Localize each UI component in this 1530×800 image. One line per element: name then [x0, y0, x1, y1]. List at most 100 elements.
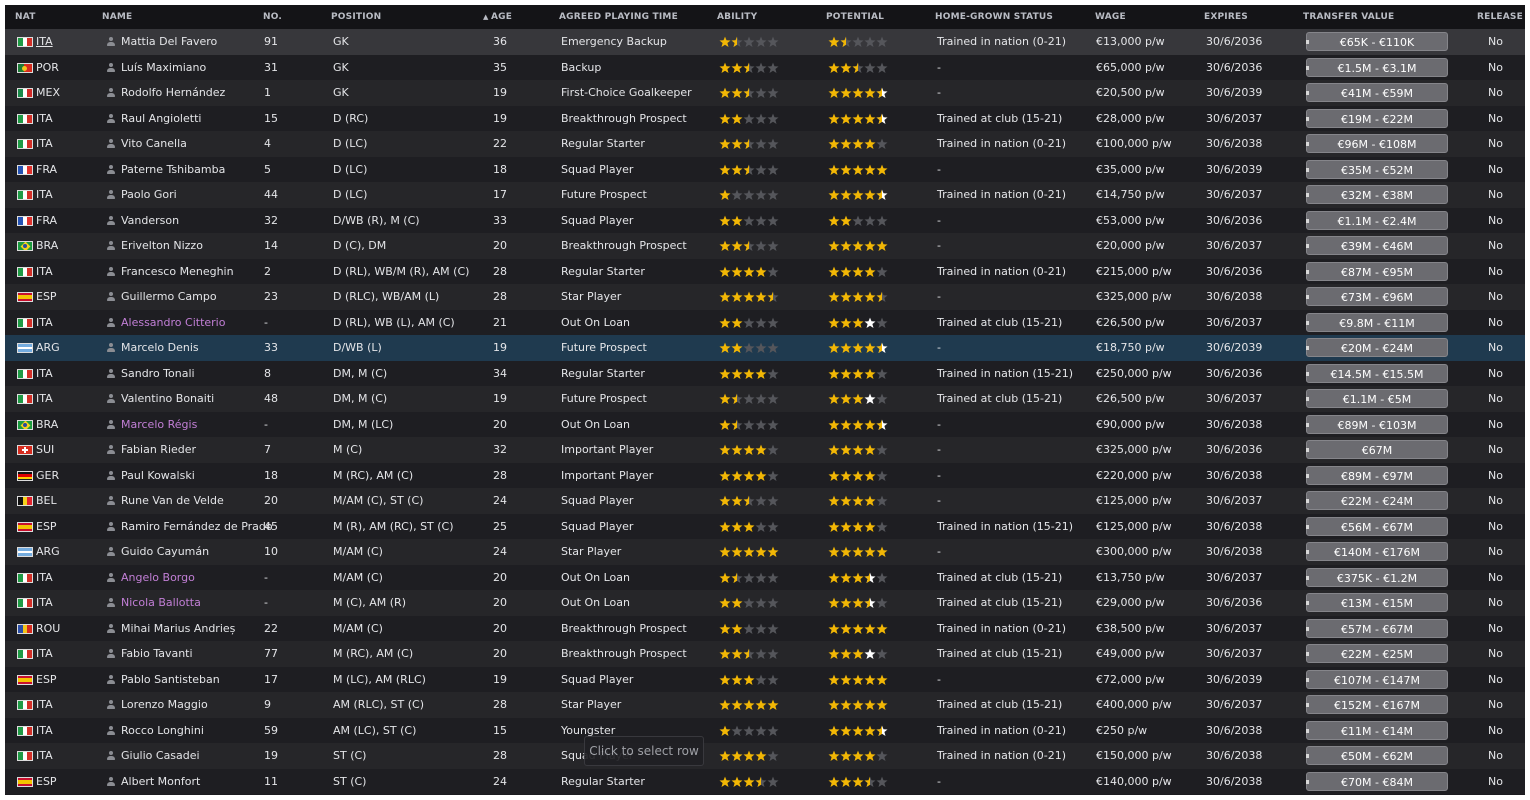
header-wage[interactable]: WAGE	[1095, 12, 1126, 22]
table-row[interactable]: ITA Nicola Ballotta - M (C), AM (R) 20 O…	[5, 590, 1525, 616]
player-name-link[interactable]: Guido Cayumán	[121, 539, 209, 565]
table-row[interactable]: SUI Fabian Rieder 7 M (C) 32 Important P…	[5, 437, 1525, 463]
header-transfer-value[interactable]: TRANSFER VALUE	[1303, 12, 1394, 22]
player-name-link[interactable]: Paterne Tshibamba	[121, 157, 225, 183]
nation-code[interactable]: ESP	[36, 769, 57, 795]
header-potential[interactable]: POTENTIAL	[826, 12, 884, 22]
nation-code[interactable]: BRA	[36, 412, 58, 438]
nation-code[interactable]: ARG	[36, 539, 60, 565]
nation-code[interactable]: ITA	[36, 259, 53, 285]
header-release[interactable]: RELEASE	[1477, 12, 1523, 22]
table-row[interactable]: ITA Giulio Casadei 19 ST (C) 28 Squad Pl…	[5, 743, 1525, 769]
nation-code[interactable]: ITA	[36, 131, 53, 157]
table-row[interactable]: ITA Raul Angioletti 15 D (RC) 19 Breakth…	[5, 105, 1525, 132]
table-row[interactable]: ITA Rocco Longhini 59 AM (LC), ST (C) 15…	[5, 717, 1525, 744]
table-row[interactable]: ITA Alessandro Citterio - D (RL), WB (L)…	[5, 309, 1525, 336]
player-name-link[interactable]: Raul Angioletti	[121, 106, 201, 132]
table-row[interactable]: ITA Paolo Gori 44 D (LC) 17 Future Prosp…	[5, 182, 1525, 208]
header-nat[interactable]: NAT	[15, 12, 36, 22]
nation-code[interactable]: ROU	[36, 616, 60, 642]
table-row[interactable]: ITA Lorenzo Maggio 9 AM (RLC), ST (C) 28…	[5, 692, 1525, 718]
nation-code[interactable]: FRA	[36, 157, 57, 183]
player-name-link[interactable]: Rocco Longhini	[121, 718, 204, 744]
player-name-link[interactable]: Fabian Rieder	[121, 437, 196, 463]
table-row[interactable]: POR Luís Maximiano 31 GK 35 Backup - €65…	[5, 54, 1525, 81]
player-name-link[interactable]: Paul Kowalski	[121, 463, 195, 489]
player-name-link[interactable]: Luís Maximiano	[121, 55, 206, 81]
nation-code[interactable]: POR	[36, 55, 59, 81]
table-row[interactable]: FRA Paterne Tshibamba 5 D (LC) 18 Squad …	[5, 156, 1525, 183]
player-name-link[interactable]: Alessandro Citterio	[121, 310, 225, 336]
nation-code[interactable]: ITA	[36, 565, 53, 591]
table-row[interactable]: BRA Marcelo Régis - DM, M (LC) 20 Out On…	[5, 411, 1525, 438]
nation-code[interactable]: ITA	[36, 182, 53, 208]
nation-code[interactable]: ITA	[36, 386, 53, 412]
player-name-link[interactable]: Angelo Borgo	[121, 565, 195, 591]
player-name-link[interactable]: Albert Monfort	[121, 769, 200, 795]
header-home-grown[interactable]: HOME-GROWN STATUS	[935, 12, 1053, 22]
table-row[interactable]: BRA Erivelton Nizzo 14 D (C), DM 20 Brea…	[5, 233, 1525, 259]
nation-code[interactable]: ITA	[36, 29, 53, 55]
player-name-link[interactable]: Valentino Bonaiti	[121, 386, 214, 412]
table-row[interactable]: BEL Rune Van de Velde 20 M/AM (C), ST (C…	[5, 488, 1525, 514]
nation-code[interactable]: ITA	[36, 310, 53, 336]
table-row[interactable]: ARG Marcelo Denis 33 D/WB (L) 19 Future …	[5, 335, 1525, 361]
table-row[interactable]: ROU Mihai Marius Andrieș 22 M/AM (C) 20 …	[5, 615, 1525, 642]
header-expires[interactable]: EXPIRES	[1204, 12, 1248, 22]
header-playing-time[interactable]: AGREED PLAYING TIME	[559, 12, 678, 22]
player-name-link[interactable]: Mattia Del Favero	[121, 29, 217, 55]
table-row[interactable]: ITA Sandro Tonali 8 DM, M (C) 34 Regular…	[5, 360, 1525, 387]
nation-code[interactable]: SUI	[36, 437, 54, 463]
nation-code[interactable]: ITA	[36, 590, 53, 616]
player-name-link[interactable]: Francesco Meneghin	[121, 259, 234, 285]
nation-code[interactable]: ITA	[36, 361, 53, 387]
nation-code[interactable]: ITA	[36, 718, 53, 744]
table-row[interactable]: ESP Ramiro Fernández de Prado 45 M (R), …	[5, 513, 1525, 540]
table-row[interactable]: ARG Guido Cayumán 10 M/AM (C) 24 Star Pl…	[5, 539, 1525, 565]
nation-code[interactable]: BEL	[36, 488, 57, 514]
nation-code[interactable]: ESP	[36, 284, 57, 310]
table-row[interactable]: ESP Pablo Santisteban 17 M (LC), AM (RLC…	[5, 666, 1525, 693]
table-row[interactable]: MEX Rodolfo Hernández 1 GK 19 First-Choi…	[5, 80, 1525, 106]
nation-code[interactable]: GER	[36, 463, 59, 489]
nation-code[interactable]: ARG	[36, 335, 60, 361]
player-name-link[interactable]: Guillermo Campo	[121, 284, 217, 310]
nation-code[interactable]: MEX	[36, 80, 60, 106]
table-row[interactable]: ESP Guillermo Campo 23 D (RLC), WB/AM (L…	[5, 284, 1525, 310]
player-name-link[interactable]: Marcelo Régis	[121, 412, 197, 438]
player-name-link[interactable]: Paolo Gori	[121, 182, 177, 208]
player-name-link[interactable]: Vanderson	[121, 208, 179, 234]
header-no[interactable]: NO.	[263, 12, 282, 22]
nation-code[interactable]: ESP	[36, 514, 57, 540]
player-name-link[interactable]: Lorenzo Maggio	[121, 692, 208, 718]
player-name-link[interactable]: Pablo Santisteban	[121, 667, 220, 693]
table-row[interactable]: ITA Francesco Meneghin 2 D (RL), WB/M (R…	[5, 258, 1525, 285]
nation-code[interactable]: FRA	[36, 208, 57, 234]
player-name-link[interactable]: Fabio Tavanti	[121, 641, 193, 667]
header-name[interactable]: NAME	[102, 12, 132, 22]
table-row[interactable]: FRA Vanderson 32 D/WB (R), M (C) 33 Squa…	[5, 207, 1525, 234]
nation-code[interactable]: ITA	[36, 641, 53, 667]
header-ability[interactable]: ABILITY	[717, 12, 757, 22]
table-row[interactable]: ITA Mattia Del Favero 91 GK 36 Emergency…	[5, 29, 1525, 55]
header-position[interactable]: POSITION	[331, 12, 381, 22]
player-name-link[interactable]: Erivelton Nizzo	[121, 233, 203, 259]
player-name-link[interactable]: Giulio Casadei	[121, 743, 200, 769]
header-age[interactable]: AGE	[491, 12, 512, 22]
player-name-link[interactable]: Sandro Tonali	[121, 361, 195, 387]
table-row[interactable]: ITA Valentino Bonaiti 48 DM, M (C) 19 Fu…	[5, 386, 1525, 412]
player-name-link[interactable]: Mihai Marius Andrieș	[121, 616, 235, 642]
table-row[interactable]: ESP Albert Monfort 11 ST (C) 24 Regular …	[5, 768, 1525, 795]
table-row[interactable]: GER Paul Kowalski 18 M (RC), AM (C) 28 I…	[5, 462, 1525, 489]
player-name-link[interactable]: Rodolfo Hernández	[121, 80, 225, 106]
nation-code[interactable]: ITA	[36, 106, 53, 132]
player-name-link[interactable]: Nicola Ballotta	[121, 590, 201, 616]
nation-code[interactable]: BRA	[36, 233, 58, 259]
table-row[interactable]: ITA Fabio Tavanti 77 M (RC), AM (C) 20 B…	[5, 641, 1525, 667]
player-name-link[interactable]: Marcelo Denis	[121, 335, 199, 361]
table-row[interactable]: ITA Angelo Borgo - M/AM (C) 20 Out On Lo…	[5, 564, 1525, 591]
nation-code[interactable]: ITA	[36, 743, 53, 769]
nation-code[interactable]: ESP	[36, 667, 57, 693]
nation-code[interactable]: ITA	[36, 692, 53, 718]
player-name-link[interactable]: Rune Van de Velde	[121, 488, 224, 514]
